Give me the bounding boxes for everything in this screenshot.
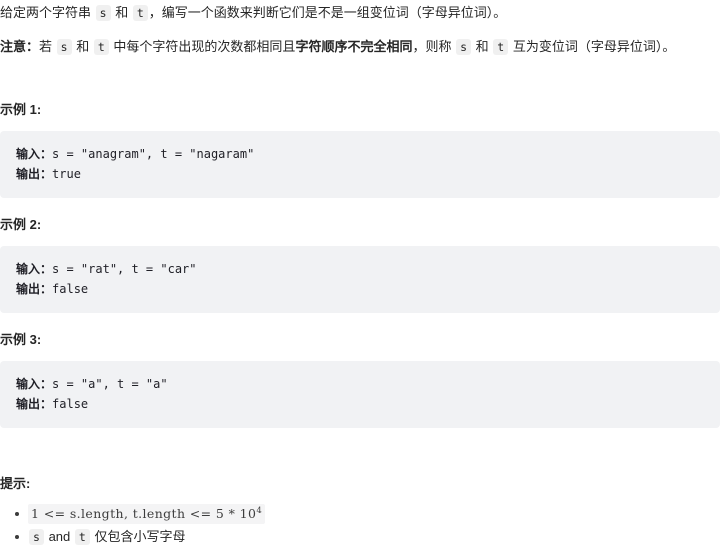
list-item: 1 <= s.length, t.length <= 5 * 104 xyxy=(15,504,720,524)
input-label: 输入： xyxy=(16,147,53,161)
example-1-input-line: 输入：s = "anagram", t = "nagaram" xyxy=(16,144,704,164)
math-base: 1 <= s.length, t.length <= 5 * 10 xyxy=(31,506,257,521)
inline-code-t: t xyxy=(74,529,90,545)
example-1-output-line: 输出：true xyxy=(16,164,704,184)
output-value: false xyxy=(52,282,89,296)
intro-suffix-text: ，编写一个函数来判断它们是不是一组变位词（字母异位词）。 xyxy=(148,5,507,20)
example-3-input-line: 输入：s = "a", t = "a" xyxy=(16,374,704,394)
problem-description-page: 给定两个字符串 s 和 t ，编写一个函数来判断它们是不是一组变位词（字母异位词）… xyxy=(0,0,720,547)
example-1-heading: 示例 1: xyxy=(0,102,42,117)
inline-code-t: t xyxy=(493,39,509,55)
list-item: s and t 仅包含小写字母 xyxy=(15,527,720,547)
example-3-code-block: 输入：s = "a", t = "a" 输出：false xyxy=(0,361,720,428)
hints-section: 提示: 1 <= s.length, t.length <= 5 * 104 s… xyxy=(0,428,720,547)
inline-code-s: s xyxy=(95,5,111,21)
note-part2: 中每个字符出现的次数都相同且 xyxy=(113,39,296,54)
inline-code-s: s xyxy=(56,39,72,55)
input-label: 输入： xyxy=(16,377,53,391)
note-bold-emphasis: 字符顺序不完全相同 xyxy=(295,39,413,54)
problem-intro-paragraph: 给定两个字符串 s 和 t ，编写一个函数来判断它们是不是一组变位词（字母异位词）… xyxy=(0,0,720,23)
example-2-output-line: 输出：false xyxy=(16,279,704,299)
example-3-section: 示例 3: 输入：s = "a", t = "a" 输出：false xyxy=(0,313,720,428)
problem-note-paragraph: 注意：若 s 和 t 中每个字符出现的次数都相同且字符顺序不完全相同，则称 s … xyxy=(0,23,720,57)
inline-code-s: s xyxy=(29,529,44,545)
hint-and-text: and xyxy=(48,529,71,544)
intro-mid-text: 和 xyxy=(115,5,129,20)
output-value: true xyxy=(52,167,81,181)
note-and2: 和 xyxy=(475,39,489,54)
note-part3: ，则称 xyxy=(412,39,452,54)
output-label: 输出： xyxy=(16,397,53,411)
example-1-code-block: 输入：s = "anagram", t = "nagaram" 输出：true xyxy=(0,131,720,198)
example-2-input-line: 输入：s = "rat", t = "car" xyxy=(16,259,704,279)
note-part4: 互为变位词（字母异位词）。 xyxy=(512,39,676,54)
example-2-heading: 示例 2: xyxy=(0,217,42,232)
inline-code-t: t xyxy=(93,39,109,55)
inline-code-s: s xyxy=(456,39,472,55)
example-2-code-block: 输入：s = "rat", t = "car" 输出：false xyxy=(0,246,720,313)
example-2-section: 示例 2: 输入：s = "rat", t = "car" 输出：false xyxy=(0,198,720,313)
hints-heading: 提示: xyxy=(0,476,31,491)
hint-math-constraint: 1 <= s.length, t.length <= 5 * 104 xyxy=(28,504,266,524)
input-value: s = "a", t = "a" xyxy=(52,377,168,391)
example-3-output-line: 输出：false xyxy=(16,394,704,414)
hint-description-text: 仅包含小写字母 xyxy=(94,529,186,544)
intro-prefix-text: 给定两个字符串 xyxy=(0,5,92,20)
example-3-heading: 示例 3: xyxy=(0,332,42,347)
hints-list: 1 <= s.length, t.length <= 5 * 104 s and… xyxy=(0,504,720,547)
input-value: s = "rat", t = "car" xyxy=(52,262,197,276)
example-1-section: 示例 1: 输入：s = "anagram", t = "nagaram" 输出：… xyxy=(0,57,720,198)
math-exponent: 4 xyxy=(256,505,263,516)
note-part1: 若 xyxy=(39,39,53,54)
output-label: 输出： xyxy=(16,167,53,181)
input-label: 输入： xyxy=(16,262,53,276)
note-label: 注意： xyxy=(0,39,40,54)
output-label: 输出： xyxy=(16,282,53,296)
note-and1: 和 xyxy=(76,39,90,54)
inline-code-t: t xyxy=(132,5,148,21)
input-value: s = "anagram", t = "nagaram" xyxy=(52,147,255,161)
output-value: false xyxy=(52,397,89,411)
